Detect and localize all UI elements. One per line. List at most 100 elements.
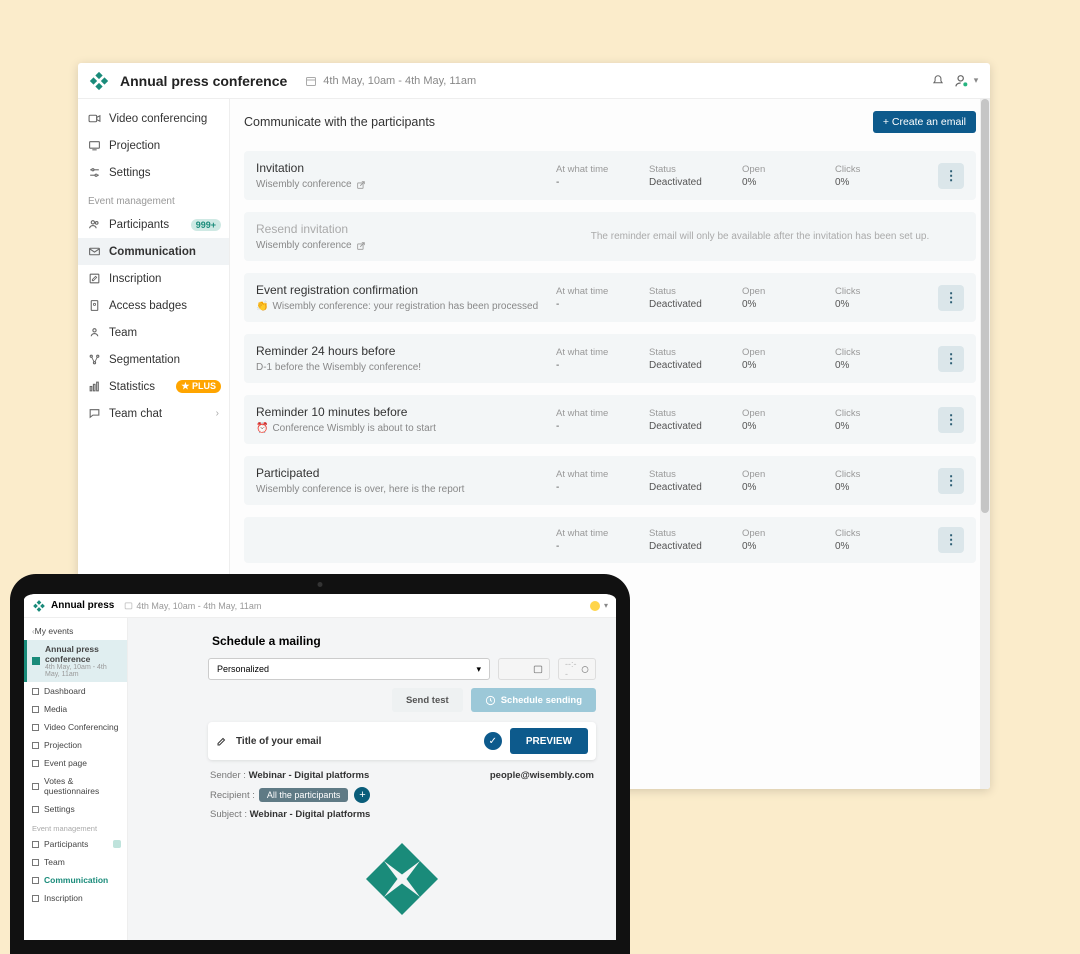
col-header: At what time [556,164,649,175]
card-menu-button[interactable]: ⋮ [938,407,964,433]
content-heading: Communicate with the participants [244,115,435,129]
caret-down-icon: ▾ [604,601,608,610]
send-test-button[interactable]: Send test [392,688,463,712]
email-card-subject: Wisembly conference is over, here is the… [256,484,556,495]
card-menu-button[interactable]: ⋮ [938,527,964,553]
col-header: Open [742,528,835,539]
email-card[interactable]: At what time-StatusDeactivatedOpen0%Clic… [244,517,976,563]
calendar-icon [533,664,543,674]
col-value: 0% [835,299,928,310]
email-card[interactable]: ParticipatedWisembly conference is over,… [244,456,976,505]
square-icon [32,895,39,902]
laptop-sidebar-item[interactable]: Inscription [24,889,127,907]
video-icon [88,112,101,125]
col-value: 0% [835,360,928,371]
laptop-sidebar-item[interactable]: Dashboard [24,682,127,700]
laptop-current-event[interactable]: Annual press conference 4th May, 10am - … [24,640,127,682]
laptop-sidebar: ‹ My events Annual press conference 4th … [24,618,128,940]
square-icon [32,783,39,790]
segmentation-icon [88,353,101,366]
laptop-device-frame: Annual press 4th May, 10am - 4th May, 11… [10,574,630,954]
sidebar-item-inscription[interactable]: Inscription [78,265,229,292]
create-email-button[interactable]: + Create an email [873,111,976,133]
col-value: 0% [835,541,928,552]
square-icon [32,742,39,749]
col-value: Deactivated [649,299,742,310]
col-value: 0% [742,299,835,310]
laptop-sidebar-item[interactable]: Communication [24,871,127,889]
vertical-scrollbar[interactable] [980,99,990,789]
card-menu-button[interactable]: ⋮ [938,163,964,189]
schedule-sending-button[interactable]: Schedule sending [471,688,596,712]
sidebar-item-segmentation[interactable]: Segmentation [78,346,229,373]
chevron-right-icon: › [216,408,219,419]
sidebar-item-projection[interactable]: Projection [78,132,229,159]
card-menu-button[interactable]: ⋮ [938,468,964,494]
square-icon [32,724,39,731]
notifications-button[interactable] [924,67,952,95]
email-card[interactable]: Event registration confirmation👏Wisembly… [244,273,976,322]
col-value: 0% [742,482,835,493]
laptop-sidebar-item[interactable]: Votes & questionnaires [24,772,127,800]
user-menu-button[interactable]: ▾ [952,67,980,95]
laptop-content: Schedule a mailing Personalized▾ --:-- S… [128,618,616,940]
email-card[interactable]: Invitation Wisembly conferenceAt what tim… [244,151,976,200]
laptop-sidebar-item[interactable]: Video Conferencing [24,718,127,736]
laptop-my-events[interactable]: ‹ My events [24,622,127,640]
col-value: 0% [742,177,835,188]
email-card[interactable]: Resend invitationWisembly conferenceThe … [244,212,976,261]
email-card-title: Reminder 24 hours before [256,344,556,358]
laptop-sidebar-item[interactable]: Participants [24,835,127,853]
event-color-icon [32,657,40,665]
add-recipient-button[interactable]: + [354,787,370,803]
plus-badge: ★ PLUS [176,380,221,393]
laptop-sidebar-item[interactable]: Event page [24,754,127,772]
sidebar-item-communication[interactable]: Communication [78,238,229,265]
laptop-sidebar-item[interactable]: Team [24,853,127,871]
time-picker[interactable]: --:-- [558,658,596,680]
sidebar-item-statistics[interactable]: Statistics ★ PLUS [78,373,229,400]
sidebar-item-team-chat[interactable]: Team chat › [78,400,229,427]
sidebar-item-video-conferencing[interactable]: Video conferencing [78,105,229,132]
preview-button[interactable]: PREVIEW [510,728,588,754]
sidebar-item-settings[interactable]: Settings [78,159,229,186]
caret-down-icon: ▾ [974,75,979,86]
col-header: Status [649,469,742,480]
email-card-title: Invitation [256,161,556,175]
email-card-subject: 👏Wisembly conference: your registration … [256,301,556,312]
laptop-section-label: Event management [24,818,127,835]
pencil-icon[interactable] [216,735,228,747]
laptop-sidebar-item[interactable]: Projection [24,736,127,754]
app-header: Annual press conference 4th May, 10am - … [78,63,990,99]
email-card[interactable]: Reminder 24 hours beforeD-1 before the W… [244,334,976,383]
brand-logo-icon [32,599,46,613]
scrollbar-thumb[interactable] [981,99,989,513]
col-header: Clicks [835,164,928,175]
col-header: Open [742,286,835,297]
laptop-sidebar-item[interactable]: Media [24,700,127,718]
sidebar-item-team[interactable]: Team [78,319,229,346]
sidebar-item-access-badges[interactable]: Access badges [78,292,229,319]
email-card[interactable]: Reminder 10 minutes before⏰Conference Wi… [244,395,976,444]
sidebar-item-participants[interactable]: Participants 999+ [78,211,229,238]
dots-vertical-icon: ⋮ [944,473,957,489]
col-header: At what time [556,286,649,297]
camera-dot-icon [318,582,323,587]
laptop-page-title: Annual press [51,600,114,611]
col-header: Status [649,347,742,358]
recipient-pill[interactable]: All the participants [259,788,349,802]
card-menu-button[interactable]: ⋮ [938,285,964,311]
email-title-field[interactable]: Title of your email [236,736,476,747]
dots-vertical-icon: ⋮ [944,412,957,428]
col-header: Open [742,347,835,358]
date-picker[interactable] [498,658,550,680]
card-menu-button[interactable]: ⋮ [938,346,964,372]
emoji-icon: ⏰ [256,423,268,434]
status-dot-icon[interactable] [590,601,600,611]
users-icon [88,218,101,231]
mailing-type-select[interactable]: Personalized▾ [208,658,490,680]
email-card-subject: ⏰Conference Wismbly is about to start [256,423,556,434]
email-card-subject: Wisembly conference [256,179,556,190]
emoji-icon: 👏 [256,301,268,312]
laptop-sidebar-item[interactable]: Settings [24,800,127,818]
